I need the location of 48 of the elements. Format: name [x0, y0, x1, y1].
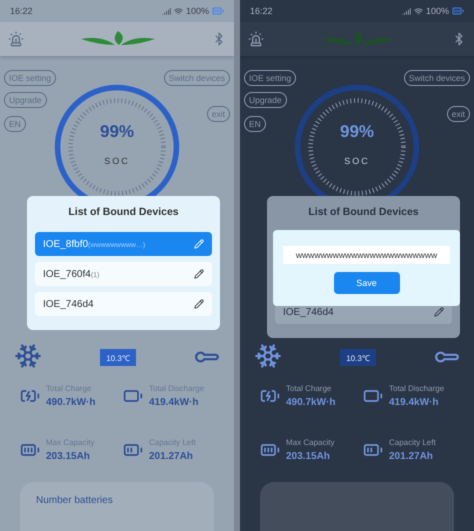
menu-button[interactable]: Upgrade: [244, 92, 287, 108]
battery-icon: [452, 5, 464, 17]
wifi-icon: [174, 6, 183, 16]
wifi-icon: [414, 6, 423, 16]
stat-label: Total Charge: [286, 384, 332, 393]
stat-value: 203.15Ah: [46, 451, 91, 462]
status-time: 16:22: [250, 6, 273, 16]
save-button[interactable]: Save: [334, 272, 400, 294]
stat-value: 201.27Ah: [389, 451, 434, 462]
stat-value: 201.27Ah: [149, 451, 194, 462]
soc-value: 99%: [100, 122, 134, 142]
edit-icon[interactable]: [194, 299, 204, 309]
soc-label: SOC: [344, 156, 370, 166]
status-time: 16:22: [10, 6, 33, 16]
stat-value: 490.7kW·h: [286, 397, 336, 408]
alarm-icon[interactable]: [8, 31, 24, 47]
snowflake-icon: [254, 342, 282, 370]
menu-button[interactable]: IOE setting: [244, 70, 296, 86]
stat-label: Total Discharge: [389, 384, 444, 393]
stat-value: 419.4kW·h: [149, 397, 200, 408]
temperature-badge: 10.3℃: [340, 349, 376, 366]
snowflake-icon: [14, 342, 42, 370]
stat-value: 203.15Ah: [286, 451, 331, 462]
name-input-field[interactable]: wwwwwwwwwwwwwwwwwwwwwww: [283, 246, 450, 264]
menu-button[interactable]: exit: [446, 106, 470, 122]
stat-value: 490.7kW·h: [46, 397, 96, 408]
dialog-title: List of Bound Devices: [68, 206, 179, 218]
device-row[interactable]: IOE_746d4: [35, 292, 212, 316]
dialog-title: List of Bound Devices: [308, 206, 419, 218]
edit-icon[interactable]: [434, 307, 444, 317]
menu-button[interactable]: Switch devices: [404, 70, 470, 86]
device-name: IOE_746d4: [43, 298, 94, 310]
signal-icon: [162, 6, 171, 16]
device-name: IOE_746d4: [283, 306, 334, 318]
battery-icon: [212, 5, 224, 17]
soc-value: 99%: [340, 122, 374, 142]
card-title: Number batteries: [36, 495, 113, 506]
stat-value: 419.4kW·h: [389, 397, 440, 408]
battery-percent: 100%: [186, 6, 209, 16]
temperature-badge: 10.3℃: [100, 349, 136, 366]
battery-percent: 100%: [426, 6, 449, 16]
stat-label: Capacity Left: [389, 438, 436, 447]
edit-icon[interactable]: [194, 269, 204, 279]
alarm-icon[interactable]: [248, 31, 264, 47]
menu-button[interactable]: EN: [244, 116, 266, 132]
signal-icon: [402, 6, 411, 16]
soc-label: SOC: [104, 156, 130, 166]
stat-label: Max Capacity: [286, 438, 334, 447]
